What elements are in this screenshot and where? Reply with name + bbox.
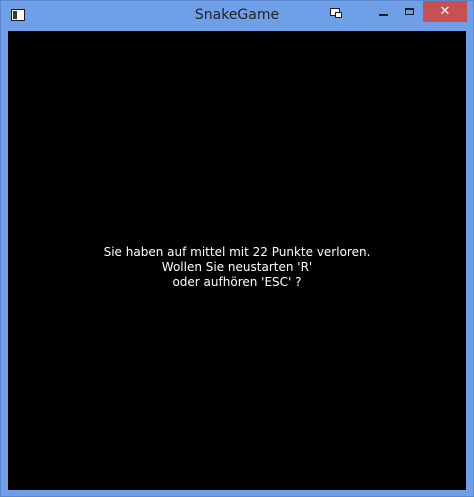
maximize-button[interactable] (396, 1, 423, 22)
close-button[interactable]: ✕ (423, 1, 467, 22)
restore-extra-icon (330, 7, 342, 18)
title-bar[interactable]: SnakeGame ✕ (1, 1, 473, 31)
minimize-icon (378, 13, 388, 16)
close-icon: ✕ (439, 4, 451, 19)
game-canvas[interactable]: Sie haben auf mittel mit 22 Punkte verlo… (8, 31, 466, 490)
restore-extra-button[interactable] (323, 1, 347, 22)
minimize-button[interactable] (370, 1, 396, 22)
snake-game-window: SnakeGame ✕ Sie haben auf mittel mit 22 … (0, 0, 474, 497)
game-over-message: Sie haben auf mittel mit 22 Punkte verlo… (8, 245, 466, 290)
app-icon[interactable] (11, 9, 25, 21)
maximize-icon (405, 8, 414, 15)
game-over-line-2: Wollen Sie neustarten 'R' (161, 260, 313, 274)
game-over-line-3: oder aufhören 'ESC' ? (172, 275, 302, 289)
game-over-line-1: Sie haben auf mittel mit 22 Punkte verlo… (103, 245, 371, 259)
